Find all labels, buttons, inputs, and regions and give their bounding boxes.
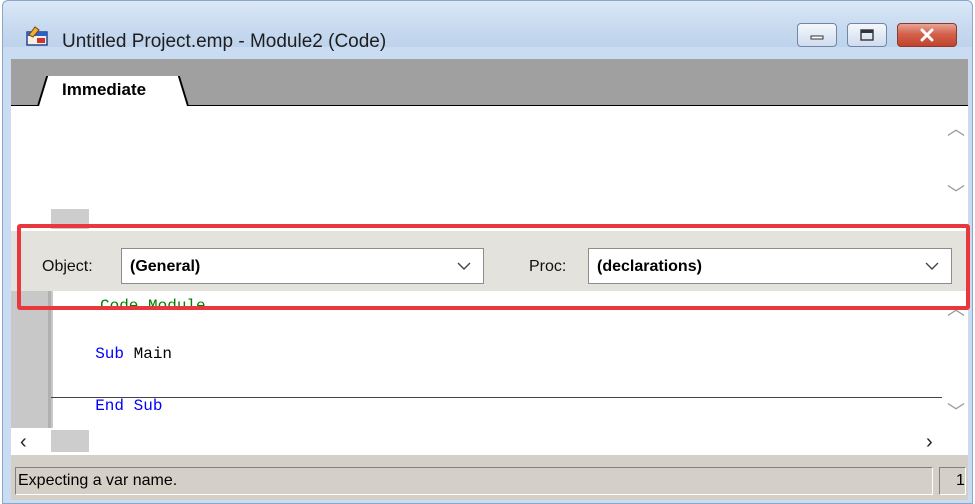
scroll-up-icon[interactable]: ︿ <box>947 300 965 318</box>
tab-immediate-label: Immediate <box>62 80 147 99</box>
code-keyword: Sub <box>95 345 125 363</box>
code-text: Main <box>124 345 173 363</box>
window-title: Untitled Project.emp - Module2 (Code) <box>62 31 387 52</box>
scroll-up-icon[interactable]: ︿ <box>947 120 965 138</box>
immediate-scroll-thumb[interactable] <box>51 209 89 229</box>
object-dropdown-value: (General) <box>130 258 201 275</box>
scroll-down-icon[interactable]: ﹀ <box>947 185 965 203</box>
code-line-sub-main: Sub Main <box>76 327 172 363</box>
minimize-button[interactable] <box>797 23 837 47</box>
code-margin-edge <box>48 291 51 430</box>
proc-dropdown[interactable]: (declarations) <box>588 248 952 284</box>
scroll-right-icon[interactable]: › <box>926 432 933 452</box>
project-app-icon <box>26 26 48 46</box>
code-keyword: End Sub <box>95 397 163 415</box>
proc-dropdown-value: (declarations) <box>597 258 702 275</box>
object-dropdown[interactable]: (General) <box>121 248 484 284</box>
code-horizontal-scrollbar[interactable] <box>11 428 968 455</box>
chevron-down-icon <box>925 262 939 270</box>
close-button[interactable] <box>897 23 957 47</box>
procedure-divider <box>51 397 942 398</box>
proc-label: Proc: <box>529 258 567 275</box>
code-scroll-thumb[interactable] <box>51 430 89 452</box>
immediate-pane[interactable] <box>11 106 968 214</box>
scroll-left-icon[interactable]: ‹ <box>20 432 27 452</box>
maximize-button[interactable] <box>847 23 887 47</box>
immediate-horizontal-scrollbar[interactable] <box>11 209 968 231</box>
chevron-down-icon <box>457 262 471 270</box>
code-line-comment: Code Module <box>100 297 206 315</box>
object-label: Object: <box>42 258 93 275</box>
code-margin <box>11 291 53 430</box>
maximize-icon <box>860 29 874 41</box>
status-message: Expecting a var name. <box>18 472 178 489</box>
minimize-icon <box>810 35 824 40</box>
close-icon <box>920 28 934 42</box>
status-line-number: 1 <box>956 472 965 489</box>
scroll-down-icon[interactable]: ﹀ <box>947 403 965 421</box>
